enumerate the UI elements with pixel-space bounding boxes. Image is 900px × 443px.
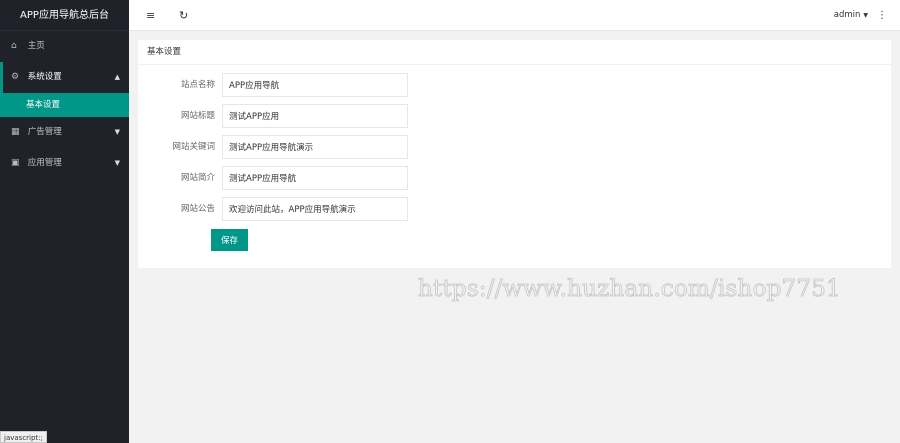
status-bar-tip: javascript:; bbox=[0, 431, 47, 443]
top-header: ≡ ↻ admin ▼ ⋮ bbox=[129, 0, 900, 31]
sidebar-item-system-settings[interactable]: ⚙ 系统设置 ▲ bbox=[0, 62, 129, 93]
site-name-input[interactable] bbox=[222, 73, 408, 97]
app-logo: APP应用导航总后台 bbox=[0, 0, 129, 31]
sidebar-subitem-basic-settings[interactable]: 基本设置 bbox=[0, 93, 129, 117]
chart-icon: ▦ bbox=[11, 127, 20, 137]
settings-card: 基本设置 站点名称 网站标题 网站关键词 网站简介 网站公告 保存 bbox=[138, 40, 891, 268]
sidebar-item-label: 系统设置 bbox=[27, 72, 62, 82]
field-label: 网站公告 bbox=[180, 204, 215, 214]
site-title-input[interactable] bbox=[222, 104, 408, 128]
sidebar-item-home[interactable]: ⌂ 主页 bbox=[0, 31, 129, 62]
field-label: 站点名称 bbox=[180, 80, 215, 90]
sidebar-item-label: 应用管理 bbox=[27, 158, 62, 168]
gear-icon: ⚙ bbox=[11, 72, 20, 82]
site-keywords-input[interactable] bbox=[222, 135, 408, 159]
menu-toggle-icon[interactable]: ≡ bbox=[146, 0, 155, 31]
sidebar-item-ad-management[interactable]: ▦ 广告管理 ▼ bbox=[0, 117, 129, 148]
site-notice-input[interactable] bbox=[222, 197, 408, 221]
save-button[interactable]: 保存 bbox=[211, 229, 248, 251]
sidebar-item-app-management[interactable]: ▣ 应用管理 ▼ bbox=[0, 148, 129, 179]
sidebar-submenu: 基本设置 bbox=[0, 93, 129, 117]
sidebar: APP应用导航总后台 ⌂ 主页 ⚙ 系统设置 ▲ 基本设置 ▦ 广告管理 ▼ ▣… bbox=[0, 0, 129, 443]
refresh-icon[interactable]: ↻ bbox=[179, 0, 188, 31]
more-icon[interactable]: ⋮ bbox=[877, 0, 887, 31]
chevron-up-icon: ▲ bbox=[114, 73, 120, 81]
watermark-text: https://www.huzhan.com/ishop7751 bbox=[418, 276, 841, 303]
chevron-down-icon: ▼ bbox=[114, 128, 120, 136]
site-intro-input[interactable] bbox=[222, 166, 408, 190]
caret-down-icon: ▼ bbox=[863, 12, 868, 19]
home-icon: ⌂ bbox=[11, 41, 17, 51]
field-label: 网站关键词 bbox=[172, 142, 215, 152]
chevron-down-icon: ▼ bbox=[114, 159, 120, 167]
user-name: admin bbox=[833, 10, 861, 20]
field-label: 网站标题 bbox=[180, 111, 215, 121]
card-title: 基本设置 bbox=[138, 40, 891, 65]
field-label: 网站简介 bbox=[180, 173, 215, 183]
sidebar-item-label: 主页 bbox=[27, 41, 45, 51]
sidebar-item-label: 广告管理 bbox=[27, 127, 62, 137]
app-icon: ▣ bbox=[11, 158, 20, 168]
user-menu[interactable]: admin ▼ bbox=[834, 0, 868, 31]
